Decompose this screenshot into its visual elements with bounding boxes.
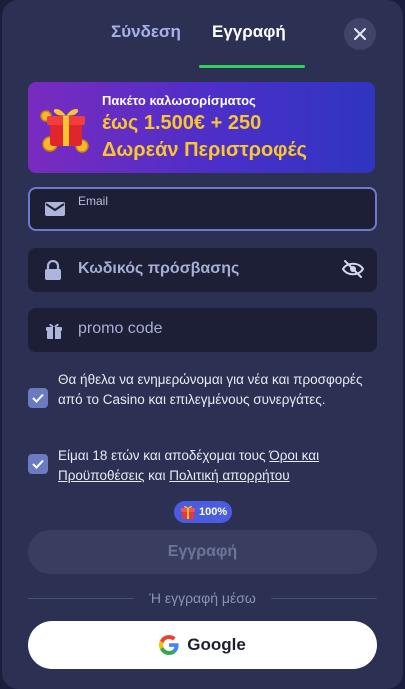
social-divider: Ή εγγραφή μέσω (28, 589, 377, 607)
active-tab-indicator (199, 65, 305, 68)
google-button-label: Google (187, 635, 246, 654)
banner-subtitle: Πακέτο καλωσορίσματος (102, 93, 256, 108)
terms-middle: και (144, 467, 170, 483)
lock-icon (45, 260, 61, 280)
checkmark-icon (32, 459, 44, 469)
news-consent-checkbox[interactable] (28, 388, 48, 408)
gift-coins-icon (40, 108, 89, 153)
terms-consent-text: Είμαι 18 ετών και αποδέχομαι τους Όροι κ… (58, 446, 383, 485)
checkmark-icon (32, 393, 44, 403)
privacy-link[interactable]: Πολιτική απορρήτου (169, 468, 289, 483)
google-signup-button[interactable]: Google (28, 621, 377, 669)
terms-prefix: Είμαι 18 ετών και αποδέχομαι τους (58, 448, 270, 463)
gift-icon (181, 505, 195, 519)
tab-register[interactable]: Εγγραφή (212, 22, 286, 42)
news-consent-text: Θα ήθελα να ενημερώνομαι για νέα και προ… (58, 372, 363, 407)
registration-modal: Σύνδεση Εγγραφή Πακέτο καλωσορίσματος έω… (2, 0, 403, 689)
close-button[interactable] (344, 18, 376, 50)
email-field[interactable]: Email (28, 187, 377, 231)
progress-badge-label: 100% (199, 506, 228, 518)
terms-consent-checkbox[interactable] (28, 454, 48, 474)
password-placeholder: Κωδικός πρόσβασης (78, 260, 240, 277)
gift-icon (46, 323, 62, 339)
eye-slash-icon[interactable] (341, 259, 365, 279)
password-field[interactable]: Κωδικός πρόσβασης (28, 248, 377, 292)
register-submit-button[interactable]: Εγγραφή (28, 530, 377, 574)
promo-placeholder: promo code (78, 320, 163, 337)
banner-free-spins: Δωρεάν Περιστροφές (102, 139, 307, 161)
email-label: Email (78, 194, 109, 208)
auth-tabs: Σύνδεση Εγγραφή (2, 22, 403, 70)
divider-line-right (271, 598, 377, 599)
mail-icon (45, 202, 65, 216)
promo-code-field[interactable]: promo code (28, 308, 377, 352)
progress-badge: 100% (174, 501, 232, 523)
google-icon (159, 635, 179, 655)
tab-login[interactable]: Σύνδεση (111, 22, 181, 42)
banner-bonus-amount: έως 1.500€ + 250 (102, 112, 262, 134)
close-icon (354, 28, 366, 40)
welcome-bonus-banner[interactable]: Πακέτο καλωσορίσματος έως 1.500€ + 250 Δ… (28, 82, 375, 173)
